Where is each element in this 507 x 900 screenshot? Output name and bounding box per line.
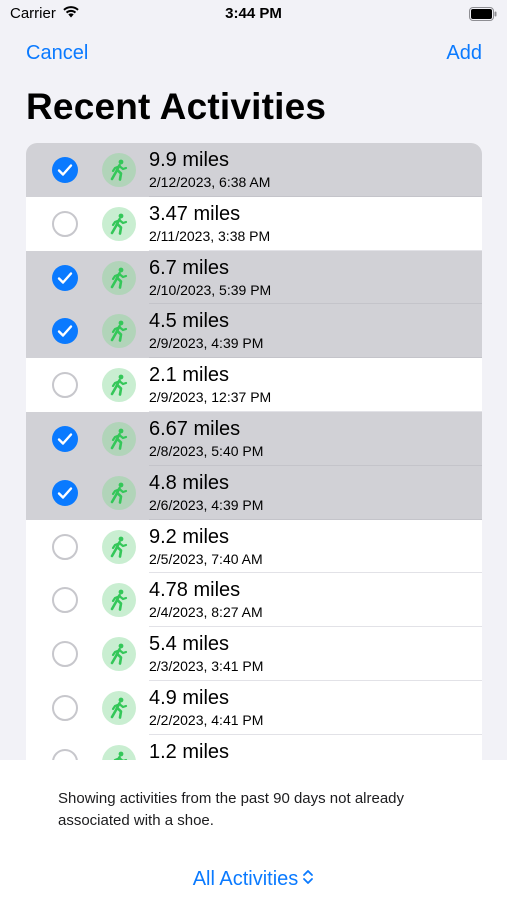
bottom-panel: Showing activities from the past 90 days… <box>0 760 507 900</box>
activity-date: 2/3/2023, 3:41 PM <box>149 658 264 675</box>
empty-circle-icon[interactable] <box>52 748 78 760</box>
activity-row[interactable]: 2.1 miles 2/9/2023, 12:37 PM <box>26 358 482 412</box>
activity-distance: 4.78 miles <box>149 579 241 602</box>
activity-date: 2/4/2023, 8:27 AM <box>149 604 263 621</box>
filter-label: All Activities <box>192 868 299 890</box>
activity-row[interactable]: 3.47 miles 2/11/2023, 3:38 PM <box>26 196 482 251</box>
activity-distance: 2.1 miles <box>149 364 230 387</box>
checkmark-circle-icon[interactable] <box>52 479 78 506</box>
running-figure-icon <box>102 421 136 456</box>
activity-date: 2/2/2023, 4:41 PM <box>149 711 264 728</box>
running-figure-icon <box>102 529 136 564</box>
empty-circle-icon[interactable] <box>52 641 78 668</box>
running-figure-icon <box>102 475 136 510</box>
activity-date: 2/8/2023, 5:40 PM <box>149 442 264 459</box>
activity-row[interactable]: 1.2 miles <box>26 734 482 760</box>
empty-circle-icon[interactable] <box>52 372 78 399</box>
running-figure-icon <box>102 583 136 618</box>
running-figure-icon <box>102 314 136 349</box>
activity-distance: 3.47 miles <box>149 202 241 225</box>
activity-distance: 9.2 miles <box>149 525 230 548</box>
activity-row[interactable]: 4.5 miles 2/9/2023, 4:39 PM <box>26 304 482 359</box>
chevron-up-down-icon <box>302 868 314 891</box>
activity-date: 2/9/2023, 4:39 PM <box>149 335 264 352</box>
empty-circle-icon[interactable] <box>52 587 78 614</box>
running-figure-icon <box>102 153 136 187</box>
activity-row[interactable]: 9.2 miles 2/5/2023, 7:40 AM <box>26 519 482 574</box>
activity-date: 2/5/2023, 7:40 AM <box>149 550 263 567</box>
add-button[interactable]: Add <box>446 42 482 65</box>
empty-circle-icon[interactable] <box>52 210 78 237</box>
activity-distance: 4.9 miles <box>149 686 230 709</box>
running-figure-icon <box>102 744 136 760</box>
status-bar: Carrier 3:44 PM <box>0 0 507 30</box>
activity-date: 2/12/2023, 6:38 AM <box>149 174 271 190</box>
activity-row[interactable]: 4.9 miles 2/2/2023, 4:41 PM <box>26 680 482 735</box>
activity-distance: 4.5 miles <box>149 310 230 333</box>
activity-row[interactable]: 6.7 miles 2/10/2023, 5:39 PM <box>26 250 482 305</box>
activity-row[interactable]: 6.67 miles 2/8/2023, 5:40 PM <box>26 411 482 466</box>
running-figure-icon <box>102 260 136 295</box>
activity-row[interactable]: 9.9 miles 2/12/2023, 6:38 AM <box>26 143 482 197</box>
activity-row[interactable]: 5.4 miles 2/3/2023, 3:41 PM <box>26 627 482 681</box>
checkmark-circle-icon[interactable] <box>52 157 78 183</box>
activity-date: 2/6/2023, 4:39 PM <box>149 496 264 513</box>
running-figure-icon <box>102 690 136 725</box>
activity-distance: 6.67 miles <box>149 417 241 440</box>
checkmark-circle-icon[interactable] <box>52 264 78 291</box>
checkmark-circle-icon[interactable] <box>52 425 78 452</box>
activity-date: 2/9/2023, 12:37 PM <box>149 389 272 406</box>
running-figure-icon <box>102 368 136 403</box>
running-figure-icon <box>102 637 136 672</box>
page-title: Recent Activities <box>26 86 327 127</box>
activity-distance: 5.4 miles <box>149 633 230 656</box>
activity-row[interactable]: 4.78 miles 2/4/2023, 8:27 AM <box>26 573 482 628</box>
running-figure-icon <box>102 206 136 241</box>
battery-icon <box>469 7 497 26</box>
footer-note: Showing activities from the past 90 days… <box>58 790 405 829</box>
activity-distance: 4.8 miles <box>149 471 230 494</box>
screen: Carrier 3:44 PM Cancel Add Recent Activi… <box>0 0 507 900</box>
activity-list[interactable]: 9.9 miles 2/12/2023, 6:38 AM 3.47 miles 2/1… <box>26 143 482 760</box>
activity-distance: 1.2 miles <box>149 740 230 760</box>
empty-circle-icon[interactable] <box>52 694 78 721</box>
checkmark-circle-icon[interactable] <box>52 318 78 345</box>
clock-time: 3:44 PM <box>225 5 282 22</box>
all-activities-filter-button[interactable]: All Activities <box>0 868 507 891</box>
cancel-button[interactable]: Cancel <box>26 42 88 65</box>
activity-row[interactable]: 4.8 miles 2/6/2023, 4:39 PM <box>26 465 482 520</box>
empty-circle-icon[interactable] <box>52 533 78 560</box>
activity-distance: 9.9 miles <box>149 149 230 171</box>
activity-date: 2/11/2023, 3:38 PM <box>149 227 271 244</box>
activity-date: 2/10/2023, 5:39 PM <box>149 281 272 298</box>
activity-distance: 6.7 miles <box>149 256 230 279</box>
